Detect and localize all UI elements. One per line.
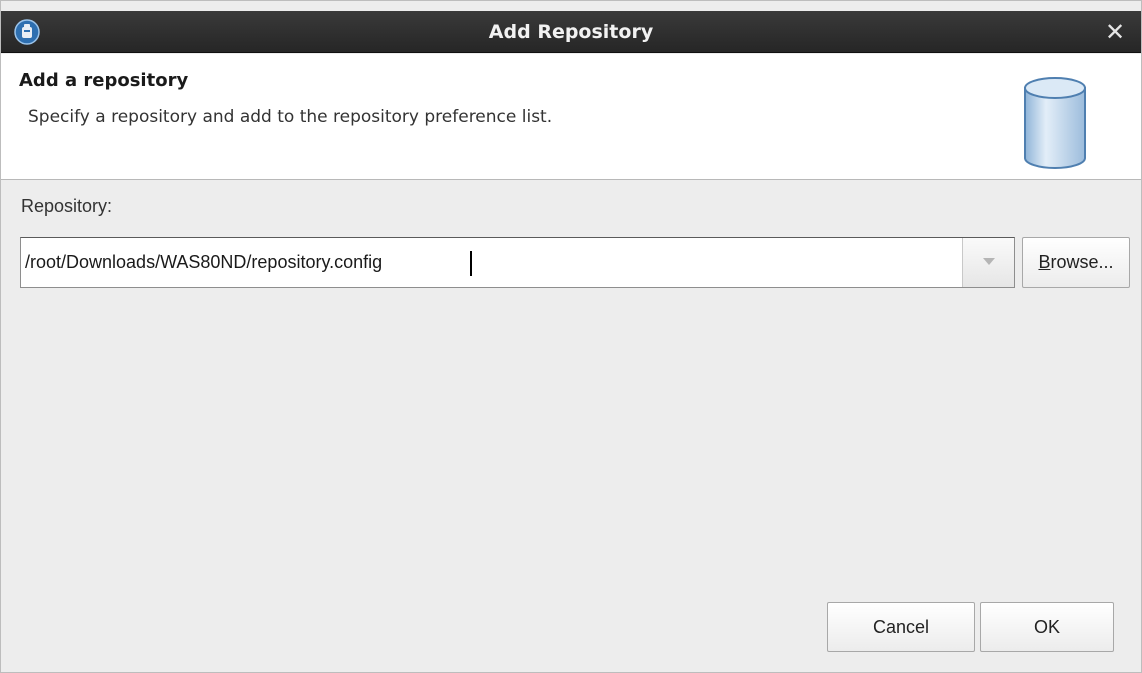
- title-bar[interactable]: Add Repository ✕: [1, 11, 1141, 53]
- close-icon: ✕: [1104, 18, 1126, 46]
- repository-label: Repository:: [21, 196, 113, 216]
- browse-button[interactable]: Browse...: [1022, 237, 1130, 288]
- close-button[interactable]: ✕: [1101, 18, 1129, 46]
- database-cylinder-icon: [1019, 74, 1091, 174]
- header-banner: Add a repository Specify a repository an…: [1, 54, 1141, 180]
- chevron-down-icon[interactable]: [962, 238, 1014, 287]
- cancel-button[interactable]: Cancel: [827, 602, 975, 652]
- ok-button[interactable]: OK: [980, 602, 1114, 652]
- browse-mnemonic: B: [1038, 252, 1051, 272]
- repository-combobox[interactable]: [20, 237, 1015, 288]
- text-cursor: [470, 251, 472, 276]
- banner-title: Add a repository: [19, 70, 189, 91]
- repository-input[interactable]: [21, 238, 963, 287]
- add-repository-dialog: Add Repository ✕ Add a repository Specif…: [0, 0, 1142, 673]
- banner-description: Specify a repository and add to the repo…: [28, 107, 553, 127]
- window-title: Add Repository: [488, 21, 654, 43]
- browse-label: rowse...: [1050, 252, 1114, 272]
